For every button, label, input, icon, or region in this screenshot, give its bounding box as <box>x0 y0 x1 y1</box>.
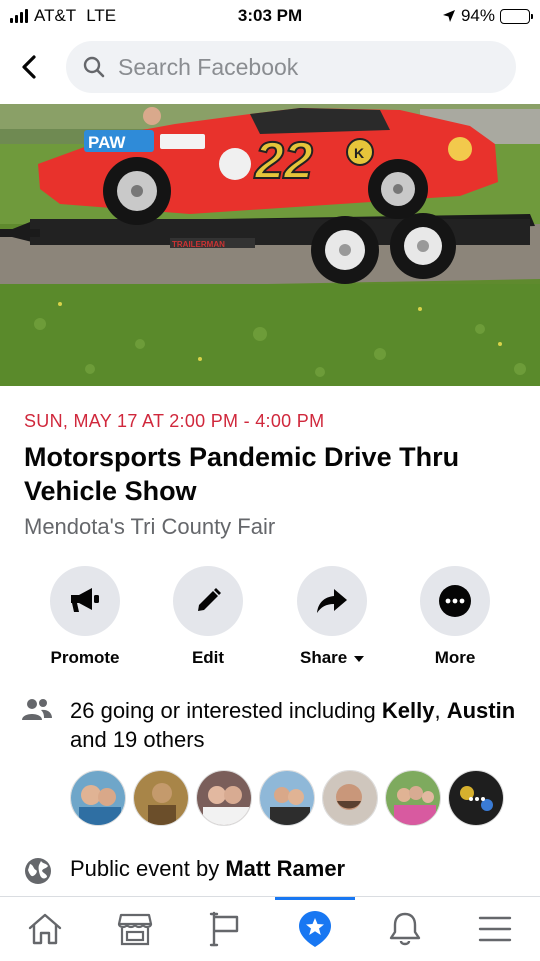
location-arrow-icon <box>442 10 455 22</box>
race-car-photo: TRAILERMAN PAW 22 K <box>0 104 540 386</box>
attendance-others: and 19 others <box>70 727 205 752</box>
share-label-text: Share <box>300 648 348 667</box>
search-placeholder: Search Facebook <box>118 53 299 80</box>
search-header: Search Facebook <box>0 36 540 98</box>
edit-button-circle <box>173 566 243 636</box>
svg-text:TRAILERMAN: TRAILERMAN <box>172 240 225 249</box>
megaphone-icon <box>71 588 99 612</box>
tab-notifications[interactable] <box>360 897 450 961</box>
search-input[interactable]: Search Facebook <box>66 41 516 93</box>
more-button[interactable]: More <box>400 566 510 668</box>
event-actions: Promote Edit Share More <box>0 566 540 676</box>
attendee-name-kelly[interactable]: Kelly <box>382 698 435 723</box>
avatar[interactable] <box>259 770 315 826</box>
battery-percent: 94% <box>460 6 495 25</box>
promote-button-circle <box>50 566 120 636</box>
more-dots-icon <box>439 585 471 617</box>
tab-menu[interactable] <box>450 897 540 961</box>
attendance-count: 26 going or interested including <box>70 698 382 723</box>
attendee-name-austin[interactable]: Austin <box>447 698 515 723</box>
people-icon <box>22 699 52 720</box>
status-bar: AT&T LTE 3:03 PM 94% <box>0 0 540 32</box>
event-host-name[interactable]: Matt Ramer <box>225 856 345 881</box>
avatar[interactable] <box>322 770 378 826</box>
notifications-bell-icon <box>389 912 421 946</box>
caret-down-icon <box>353 656 364 662</box>
menu-icon <box>478 916 512 942</box>
event-date-time: SUN, MAY 17 AT 2:00 PM - 4:00 PM <box>24 411 325 431</box>
avatar[interactable] <box>196 770 252 826</box>
edit-label: Edit <box>191 648 225 667</box>
public-event-text: Public event by Matt Ramer <box>70 856 345 882</box>
share-label: Share <box>277 648 387 668</box>
back-button[interactable] <box>14 50 44 84</box>
event-title: Motorsports Pandemic Drive Thru Vehicle … <box>24 442 460 506</box>
marketplace-icon <box>117 913 153 946</box>
tab-marketplace[interactable] <box>90 897 180 961</box>
share-button-circle <box>297 566 367 636</box>
search-icon <box>83 56 105 78</box>
globe-icon <box>25 858 51 884</box>
svg-text:K: K <box>354 145 364 161</box>
status-right: 94% <box>442 6 533 26</box>
avatar[interactable] <box>70 770 126 826</box>
chevron-left-icon <box>22 55 36 79</box>
pages-flag-icon <box>209 911 239 947</box>
pencil-icon <box>198 588 221 611</box>
avatar[interactable] <box>385 770 441 826</box>
tab-pages[interactable] <box>180 897 270 961</box>
home-icon <box>28 913 62 945</box>
event-cover-photo[interactable]: TRAILERMAN PAW 22 K <box>0 104 540 386</box>
edit-button[interactable]: Edit <box>153 566 263 668</box>
share-button[interactable]: Share <box>277 566 387 668</box>
event-location[interactable]: Mendota's Tri County Fair <box>24 514 275 540</box>
promote-label: Promote <box>50 648 120 667</box>
events-star-icon <box>299 911 331 947</box>
attendance-separator: , <box>434 698 441 723</box>
more-label: More <box>434 648 476 667</box>
tab-events[interactable] <box>270 897 360 961</box>
more-button-circle <box>420 566 490 636</box>
share-arrow-icon <box>317 589 347 613</box>
public-event-prefix: Public event by <box>70 856 226 881</box>
avatar[interactable] <box>448 770 504 826</box>
promote-button[interactable]: Promote <box>30 566 140 668</box>
tab-home[interactable] <box>0 897 90 961</box>
attendee-avatars <box>70 770 504 826</box>
avatar[interactable] <box>133 770 189 826</box>
bottom-tab-bar <box>0 896 540 961</box>
battery-icon <box>500 8 533 24</box>
car-decal-text: PAW <box>88 133 126 152</box>
car-number: 22 <box>254 132 313 190</box>
attendance-text: 26 going or interested including Kelly, … <box>70 696 520 754</box>
